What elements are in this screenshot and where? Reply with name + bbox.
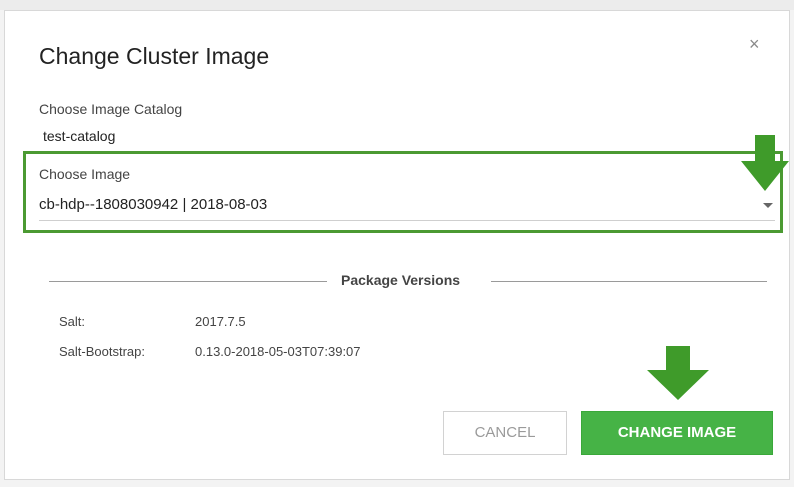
cancel-button[interactable]: CANCEL xyxy=(443,411,567,455)
close-icon[interactable]: × xyxy=(749,35,760,53)
choose-image-label: Choose Image xyxy=(39,166,131,182)
image-catalog-label: Choose Image Catalog xyxy=(39,101,183,117)
background-strip xyxy=(0,0,794,10)
package-name-salt-bootstrap: Salt-Bootstrap: xyxy=(59,344,145,359)
image-select[interactable]: cb-hdp--1808030942 | 2018-08-03 xyxy=(39,191,775,221)
package-version-salt-bootstrap: 0.13.0-2018-05-03T07:39:07 xyxy=(195,344,361,359)
arrow-down-icon xyxy=(741,135,789,191)
section-divider-right xyxy=(491,281,767,282)
change-image-button[interactable]: CHANGE IMAGE xyxy=(581,411,773,455)
image-select-value: cb-hdp--1808030942 | 2018-08-03 xyxy=(39,196,268,213)
arrow-down-icon xyxy=(647,346,709,400)
package-name-salt: Salt: xyxy=(59,314,86,329)
chevron-down-icon xyxy=(763,203,773,208)
change-cluster-image-dialog: Change Cluster Image × Choose Image Cata… xyxy=(4,10,790,480)
section-divider-left xyxy=(49,281,327,282)
package-versions-title: Package Versions xyxy=(341,272,461,288)
dialog-title: Change Cluster Image xyxy=(39,43,270,69)
package-version-salt: 2017.7.5 xyxy=(195,314,246,329)
image-catalog-value: test-catalog xyxy=(43,128,116,144)
